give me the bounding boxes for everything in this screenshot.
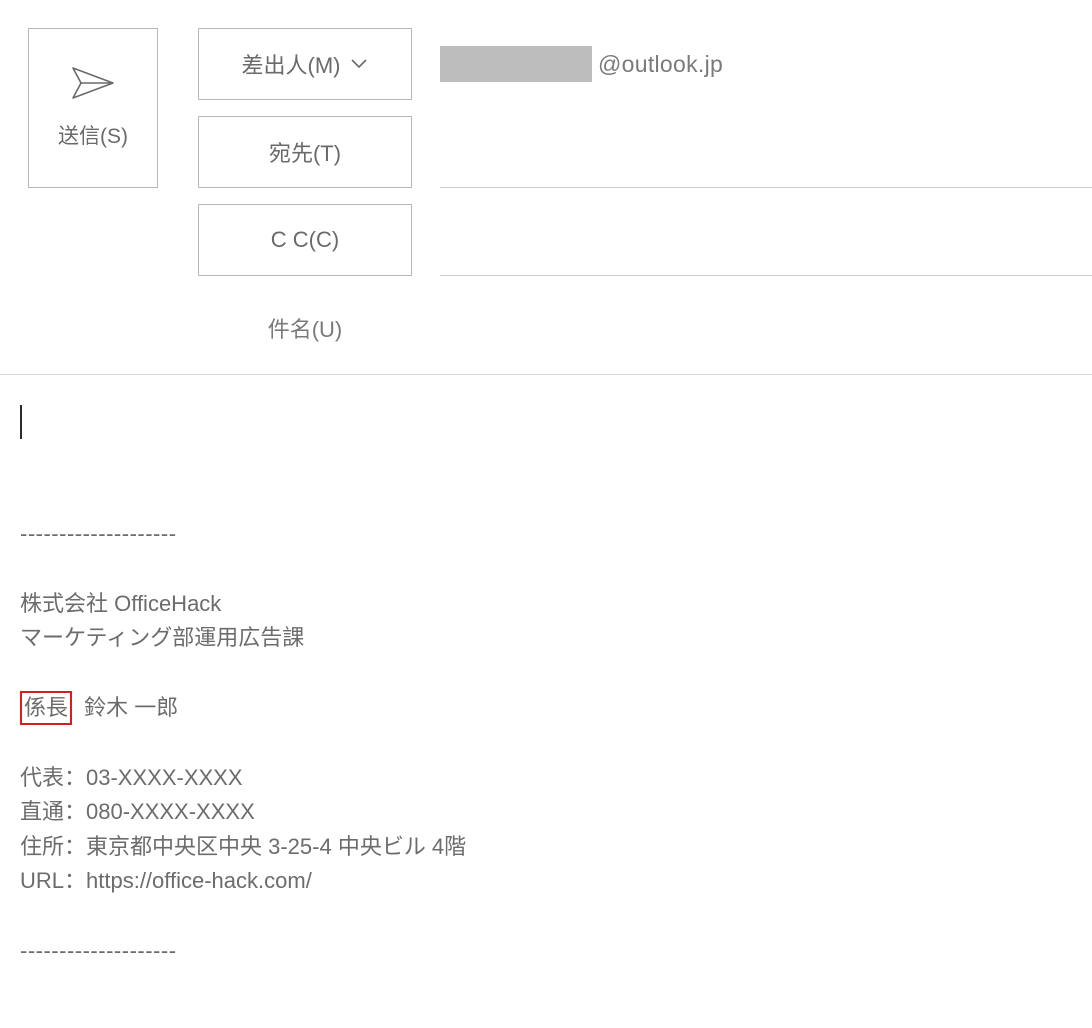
signature-url: URL：https://office-hack.com/: [20, 864, 1072, 898]
text-cursor: [20, 405, 22, 439]
from-email-domain: @outlook.jp: [598, 51, 723, 78]
chevron-down-icon: [350, 58, 368, 70]
subject-input[interactable]: [440, 292, 1092, 364]
cc-input[interactable]: [440, 204, 1092, 275]
from-email-redacted: [440, 46, 592, 82]
signature-address: 住所：東京都中央区中央 3-25-4 中央ビル 4階: [20, 830, 1072, 864]
cc-field-container: [440, 204, 1092, 276]
from-dropdown-button[interactable]: 差出人(M): [198, 28, 412, 100]
subject-label: 件名(U): [198, 294, 412, 362]
signature-tel-main: 代表：03-XXXX-XXXX: [20, 761, 1072, 795]
signature-tel-direct: 直通：080-XXXX-XXXX: [20, 795, 1072, 829]
signature-name: 鈴木 一郎: [84, 695, 178, 720]
send-button[interactable]: 送信(S): [28, 28, 158, 188]
signature-block: -------------------- 株式会社 OfficeHack マーケ…: [20, 517, 1072, 968]
signature-dashes-top: --------------------: [20, 517, 1072, 551]
message-body[interactable]: -------------------- 株式会社 OfficeHack マーケ…: [0, 375, 1092, 988]
signature-dashes-bottom: --------------------: [20, 934, 1072, 968]
signature-title-highlight: 係長: [20, 691, 72, 725]
from-value: @outlook.jp: [440, 28, 1092, 100]
to-button[interactable]: 宛先(T): [198, 116, 412, 188]
to-field-container: [440, 116, 1092, 188]
cc-button[interactable]: C C(C): [198, 204, 412, 276]
cc-label: C C(C): [271, 227, 339, 253]
to-input[interactable]: [440, 116, 1092, 187]
send-icon: [71, 66, 115, 100]
signature-company: 株式会社 OfficeHack: [20, 587, 1072, 621]
from-label: 差出人(M): [242, 48, 341, 80]
send-label: 送信(S): [58, 120, 128, 150]
signature-department: マーケティング部運用広告課: [20, 621, 1072, 655]
subject-field-container: [440, 292, 1092, 364]
to-label: 宛先(T): [269, 136, 341, 168]
